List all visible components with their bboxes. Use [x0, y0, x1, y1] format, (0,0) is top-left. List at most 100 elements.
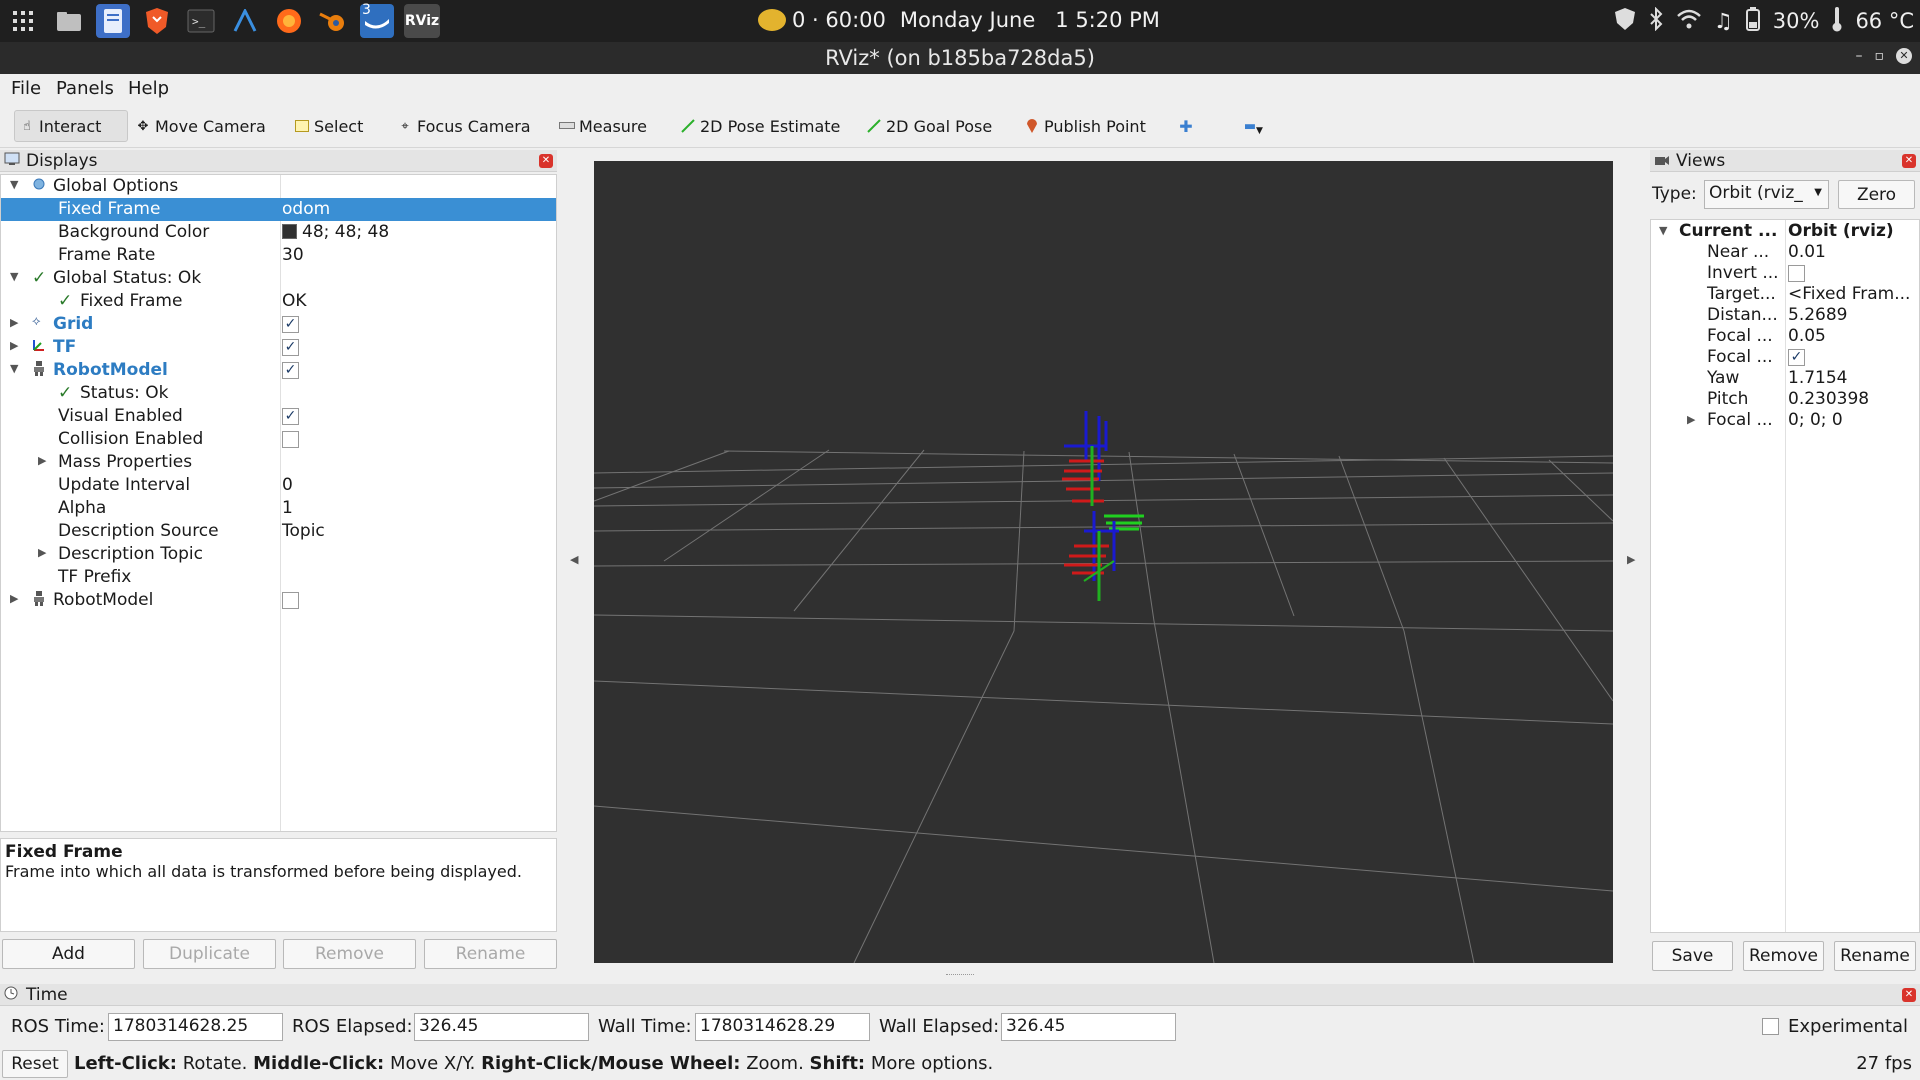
target-frame-value[interactable]: <Fixed Fram...	[1788, 284, 1910, 304]
tree-row-tf-prefix[interactable]: TF Prefix	[1, 566, 556, 589]
rename-view-button[interactable]: Rename	[1834, 941, 1916, 971]
tree-row-status-fixed-frame[interactable]: ✓ Fixed Frame OK	[1, 290, 556, 313]
menu-file[interactable]: File	[11, 78, 41, 99]
expand-arrow-icon[interactable]: ▼	[1659, 224, 1667, 237]
files-icon[interactable]	[52, 4, 86, 38]
views-panel-header[interactable]: Views ✕	[1650, 150, 1920, 172]
update-interval-value[interactable]: 0	[282, 475, 293, 495]
terminal-icon[interactable]: >_	[184, 4, 218, 38]
view-row-focal-shape-fixed[interactable]: Focal ... ✓	[1651, 347, 1919, 368]
tree-row-visual-enabled[interactable]: Visual Enabled ✓	[1, 405, 556, 428]
focus-camera-tool-button[interactable]: ⌖ Focus Camera	[393, 110, 535, 142]
menu-help[interactable]: Help	[128, 78, 169, 99]
brave-icon[interactable]	[140, 4, 174, 38]
expand-arrow-icon[interactable]: ▼	[10, 270, 18, 283]
near-clip-value[interactable]: 0.01	[1788, 242, 1826, 262]
duplicate-display-button[interactable]: Duplicate	[143, 939, 276, 969]
robot-model-2-enabled-checkbox[interactable]	[282, 592, 299, 609]
add-display-button[interactable]: Add	[2, 939, 135, 969]
tree-row-description-topic[interactable]: ▶ Description Topic	[1, 543, 556, 566]
wifi-icon[interactable]	[1676, 8, 1702, 35]
view-type-select[interactable]: Orbit (rviz_ ▼	[1704, 180, 1829, 209]
menu-panels[interactable]: Panels	[56, 78, 114, 99]
publish-point-tool-button[interactable]: Publish Point	[1020, 110, 1150, 142]
displays-tree[interactable]: ▼ Global Options Fixed Frame odom Backgr…	[0, 174, 557, 832]
grid-enabled-checkbox[interactable]: ✓	[282, 316, 299, 333]
tree-row-grid[interactable]: ▶ ⟡ Grid ✓	[1, 313, 556, 336]
wall-elapsed-field[interactable]: 326.45	[1001, 1013, 1176, 1041]
invert-z-checkbox[interactable]	[1788, 265, 1805, 282]
view-row-distance[interactable]: Distan... 5.2689	[1651, 305, 1919, 326]
music-icon[interactable]: ♫	[1714, 9, 1733, 33]
remove-tool-button[interactable]: ▬ ▼	[1238, 110, 1263, 142]
ros-time-field[interactable]: 1780314628.25	[108, 1013, 283, 1041]
remove-display-button[interactable]: Remove	[283, 939, 416, 969]
window-title-bar[interactable]: RViz* (on b185ba728da5) – ▫ ✕	[0, 42, 1920, 74]
bluetooth-icon[interactable]	[1648, 6, 1664, 36]
add-tool-button[interactable]: ✚	[1174, 110, 1198, 142]
dropdown-arrow-icon[interactable]: ▼	[1256, 126, 1263, 136]
tree-row-update-interval[interactable]: Update Interval 0	[1, 474, 556, 497]
background-color-value[interactable]: 48; 48; 48	[282, 222, 389, 242]
tree-row-rm-status[interactable]: ✓ Status: Ok	[1, 382, 556, 405]
expand-arrow-icon[interactable]: ▼	[10, 178, 18, 191]
interact-tool-button[interactable]: ☝ Interact	[14, 110, 128, 142]
remove-view-button[interactable]: Remove	[1743, 941, 1824, 971]
close-panel-icon[interactable]: ✕	[1902, 988, 1916, 1002]
tree-row-robot-model-2[interactable]: ▶ RobotModel	[1, 589, 556, 612]
pitch-value[interactable]: 0.230398	[1788, 389, 1869, 409]
collapse-arrow-icon[interactable]: ▶	[10, 592, 18, 605]
tree-row-fixed-frame[interactable]: Fixed Frame odom	[1, 198, 556, 221]
arduino-icon[interactable]	[228, 4, 262, 38]
firefox-icon[interactable]	[272, 4, 306, 38]
wall-time-field[interactable]: 1780314628.29	[695, 1013, 870, 1041]
view-row-near-clip[interactable]: Near ... 0.01	[1651, 242, 1919, 263]
view-row-invert-z[interactable]: Invert ...	[1651, 263, 1919, 284]
close-panel-icon[interactable]: ✕	[539, 154, 553, 168]
robot-model-enabled-checkbox[interactable]: ✓	[282, 362, 299, 379]
alpha-value[interactable]: 1	[282, 498, 293, 518]
view-row-pitch[interactable]: Pitch 0.230398	[1651, 389, 1919, 410]
collapse-arrow-icon[interactable]: ▶	[38, 454, 46, 467]
splitter-handle[interactable]	[946, 974, 974, 978]
maximize-icon[interactable]: ▫	[1875, 48, 1885, 64]
apps-grid-icon[interactable]	[6, 4, 40, 38]
text-editor-icon[interactable]	[96, 4, 130, 38]
tf-enabled-checkbox[interactable]: ✓	[282, 339, 299, 356]
collapse-left-arrow-icon[interactable]: ◀	[570, 553, 578, 566]
view-row-yaw[interactable]: Yaw 1.7154	[1651, 368, 1919, 389]
rviz-icon[interactable]: RViz	[404, 4, 440, 38]
collapse-right-arrow-icon[interactable]: ▶	[1627, 553, 1635, 566]
close-panel-icon[interactable]: ✕	[1902, 154, 1916, 168]
save-view-button[interactable]: Save	[1652, 941, 1733, 971]
visual-enabled-checkbox[interactable]: ✓	[282, 408, 299, 425]
tree-row-frame-rate[interactable]: Frame Rate 30	[1, 244, 556, 267]
collapse-arrow-icon[interactable]: ▶	[38, 546, 46, 559]
shield-icon[interactable]	[1614, 7, 1636, 36]
tree-row-description-source[interactable]: Description Source Topic	[1, 520, 556, 543]
focal-point-value[interactable]: 0; 0; 0	[1788, 410, 1843, 430]
move-camera-tool-button[interactable]: ✥ Move Camera	[131, 110, 270, 142]
tree-row-alpha[interactable]: Alpha 1	[1, 497, 556, 520]
view-row-focal-shape-size[interactable]: Focal ... 0.05	[1651, 326, 1919, 347]
clock[interactable]: 0 · 60:00 Monday June 1 5:20 PM	[758, 8, 1160, 32]
view-row-target-frame[interactable]: Target... <Fixed Fram...	[1651, 284, 1919, 305]
collapse-arrow-icon[interactable]: ▶	[1687, 413, 1695, 426]
close-window-icon[interactable]: ✕	[1896, 48, 1912, 64]
views-tree[interactable]: ▼ Current ... Orbit (rviz) Near ... 0.01…	[1650, 219, 1920, 933]
expand-arrow-icon[interactable]: ▼	[10, 362, 18, 375]
reset-button[interactable]: Reset	[2, 1050, 68, 1078]
yaw-value[interactable]: 1.7154	[1788, 368, 1847, 388]
docker-icon[interactable]: 3	[360, 2, 394, 38]
distance-value[interactable]: 5.2689	[1788, 305, 1847, 325]
focal-shape-size-value[interactable]: 0.05	[1788, 326, 1826, 346]
tree-row-collision-enabled[interactable]: Collision Enabled	[1, 428, 556, 451]
tree-row-tf[interactable]: ▶ TF ✓	[1, 336, 556, 359]
rename-display-button[interactable]: Rename	[424, 939, 557, 969]
measure-tool-button[interactable]: Measure	[555, 110, 651, 142]
time-panel-header[interactable]: Time ✕	[0, 984, 1920, 1006]
focal-shape-fixed-checkbox[interactable]: ✓	[1788, 349, 1805, 366]
displays-panel-header[interactable]: Displays ✕	[0, 150, 557, 172]
description-source-value[interactable]: Topic	[282, 521, 325, 541]
tree-row-global-options[interactable]: ▼ Global Options	[1, 175, 556, 198]
